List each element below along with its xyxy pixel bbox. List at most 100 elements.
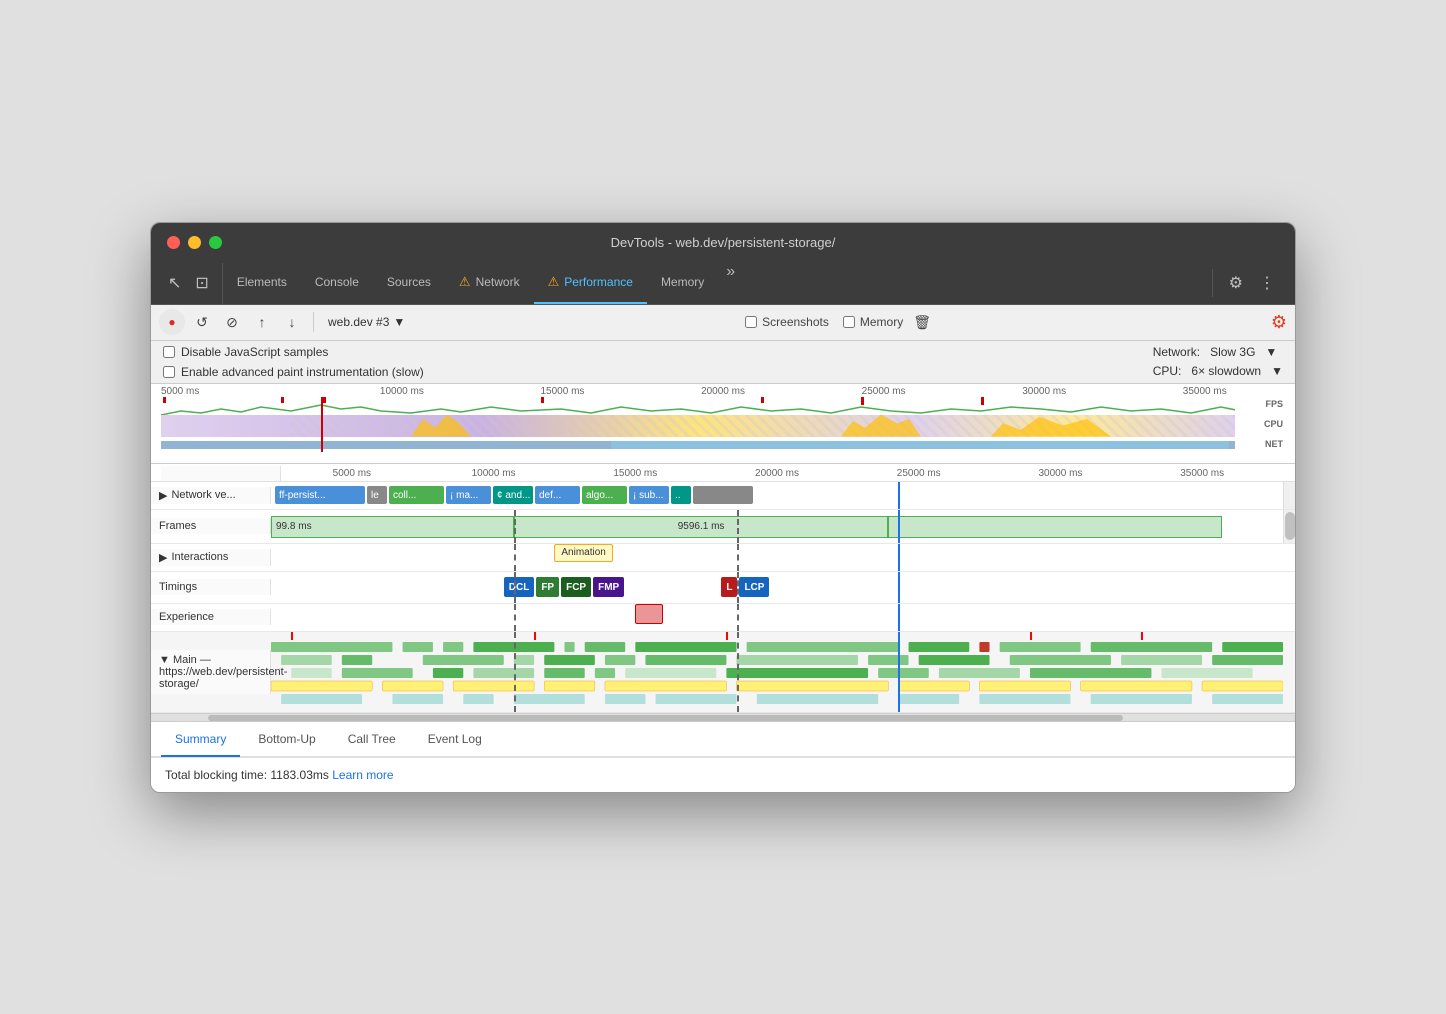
interactions-row-label[interactable]: ▶ Interactions xyxy=(151,549,271,566)
record-button[interactable]: ● xyxy=(159,309,185,335)
settings-row: Disable JavaScript samples Enable advanc… xyxy=(151,341,1295,384)
more-options-icon[interactable]: ⋮ xyxy=(1253,269,1281,297)
titlebar: DevTools - web.dev/persistent-storage/ xyxy=(151,223,1295,263)
settings-icon[interactable]: ⚙ xyxy=(1223,269,1249,297)
reload-button[interactable]: ↺ xyxy=(189,309,215,335)
interactions-row-content: Animation xyxy=(271,544,1283,571)
frame-block-2: 9596.1 ms xyxy=(514,516,888,538)
screenshots-checkbox-input[interactable] xyxy=(745,316,757,328)
network-label-text: Network ve... xyxy=(171,489,235,501)
tab-event-log[interactable]: Event Log xyxy=(414,723,496,757)
frame-value-2: 9596.1 ms xyxy=(678,521,725,532)
timing-lcp: LCP xyxy=(739,577,769,597)
tick-30000: 30000 ms xyxy=(964,386,1125,397)
network-expand-icon: ▶ xyxy=(159,489,167,502)
net-label: NET xyxy=(1265,439,1283,449)
timeline-ruler-main: 5000 ms 10000 ms 15000 ms 20000 ms 25000… xyxy=(151,464,1295,482)
event-log-tab-label: Event Log xyxy=(428,732,482,746)
memory-label: Memory xyxy=(860,315,903,329)
tab-sources[interactable]: Sources xyxy=(373,263,445,304)
clear-button[interactable]: 🗑 xyxy=(907,312,937,333)
main-red-5 xyxy=(1030,632,1032,640)
capture-settings-icon[interactable]: ⚙ xyxy=(1271,312,1287,333)
network-throttle-dropdown[interactable]: ▼ xyxy=(1265,345,1277,359)
more-tabs-icon[interactable]: » xyxy=(718,263,743,304)
timing-fcp: FCP xyxy=(561,577,591,597)
main-red-3 xyxy=(726,632,728,640)
network-row-label[interactable]: ▶ Network ve... xyxy=(151,487,271,504)
minimize-button[interactable] xyxy=(188,236,201,249)
paint-checkbox[interactable] xyxy=(163,366,175,378)
main-cursor-blue-timings xyxy=(898,572,900,603)
settings-checkboxes: Disable JavaScript samples Enable advanc… xyxy=(163,345,424,379)
download-button[interactable]: ↓ xyxy=(279,309,305,335)
enable-paint-check[interactable]: Enable advanced paint instrumentation (s… xyxy=(163,365,424,379)
timeline-overview[interactable]: 5000 ms 10000 ms 15000 ms 20000 ms 25000… xyxy=(151,384,1295,464)
main-timeline: 5000 ms 10000 ms 15000 ms 20000 ms 25000… xyxy=(151,464,1295,722)
tick-5000: 5000 ms xyxy=(161,386,322,397)
dashed-line-exp-2 xyxy=(737,604,739,631)
timings-group: DCL FP FCP FMP xyxy=(504,577,624,597)
timing-fp: FP xyxy=(536,577,559,597)
learn-more-link[interactable]: Learn more xyxy=(332,768,393,782)
disable-js-checkbox[interactable] xyxy=(163,346,175,358)
call-tree-tab-label: Call Tree xyxy=(348,732,396,746)
net-chip-coll: coll... xyxy=(389,486,444,504)
dashed-line-main-2 xyxy=(737,632,739,712)
cpu-throttle-dropdown[interactable]: ▼ xyxy=(1271,364,1283,378)
interactions-timeline-row: ▶ Interactions Animation xyxy=(151,544,1295,572)
main-cursor-blue-experience xyxy=(898,604,900,631)
close-button[interactable] xyxy=(167,236,180,249)
timings-timeline-row: Timings DCL FP FCP FMP xyxy=(151,572,1295,604)
tab-memory[interactable]: Memory xyxy=(647,263,718,304)
tick-10000: 10000 ms xyxy=(322,386,483,397)
timeline-ruler-overview: 5000 ms 10000 ms 15000 ms 20000 ms 25000… xyxy=(151,384,1295,397)
dashed-line-interactions-2 xyxy=(737,544,739,571)
frames-row-content: 99.8 ms 9596.1 ms xyxy=(271,510,1283,543)
tab-elements-label: Elements xyxy=(237,275,287,289)
net-chip-algo: algo... xyxy=(582,486,627,504)
net-chip-empty xyxy=(693,486,753,504)
cls-chip xyxy=(635,604,663,624)
tab-call-tree[interactable]: Call Tree xyxy=(334,723,410,757)
tick-25000: 25000 ms xyxy=(803,386,964,397)
disable-js-samples-check[interactable]: Disable JavaScript samples xyxy=(163,345,424,359)
tick-20000: 20000 ms xyxy=(643,386,804,397)
tab-network[interactable]: ⚠ Network xyxy=(445,263,534,304)
device-icon[interactable]: ⊡ xyxy=(190,269,213,297)
dashed-line-timings-2 xyxy=(737,572,739,603)
profile-selector[interactable]: web.dev #3 ▼ xyxy=(322,313,411,331)
experience-label-text: Experience xyxy=(159,611,214,623)
inspect-icon[interactable]: ↖ xyxy=(163,269,186,297)
toolbar-separator-1 xyxy=(313,312,314,332)
scrollbar-thumb-right[interactable] xyxy=(1285,512,1295,540)
maximize-button[interactable] xyxy=(209,236,222,249)
tab-console[interactable]: Console xyxy=(301,263,373,304)
stop-button[interactable]: ⊘ xyxy=(219,309,245,335)
frames-timeline-row: Frames 99.8 ms 9596.1 ms xyxy=(151,510,1295,544)
net-chip-ma: ¡ ma... xyxy=(446,486,491,504)
timeline-scrollbar-thumb[interactable] xyxy=(208,715,1123,721)
upload-button[interactable]: ↑ xyxy=(249,309,275,335)
network-row-content: ff-persist... le coll... ¡ ma... ¢ and..… xyxy=(271,482,1283,509)
tick2-25000: 25000 ms xyxy=(848,468,990,479)
tab-summary[interactable]: Summary xyxy=(161,723,240,757)
tabbar-left-icons: ↖ ⊡ xyxy=(155,263,223,304)
network-throttle-value: Slow 3G xyxy=(1210,345,1255,359)
tab-performance[interactable]: ⚠ Performance xyxy=(534,263,647,304)
tick2-30000: 30000 ms xyxy=(990,468,1132,479)
frame-value-1: 99.8 ms xyxy=(276,521,312,532)
memory-checkbox-input[interactable] xyxy=(843,316,855,328)
memory-checkbox[interactable]: Memory xyxy=(843,315,903,329)
tab-elements[interactable]: Elements xyxy=(223,263,301,304)
network-throttle-label: Network: xyxy=(1153,345,1200,359)
tab-bottom-up[interactable]: Bottom-Up xyxy=(244,723,329,757)
tick-35000: 35000 ms xyxy=(1124,386,1285,397)
profile-name: web.dev #3 xyxy=(328,315,389,329)
timing-l: L xyxy=(721,577,737,597)
timeline-scrollbar-h[interactable] xyxy=(151,713,1295,721)
net-chip-le: le xyxy=(367,486,387,504)
net-chip-sub: ¡ sub... xyxy=(629,486,669,504)
dashed-line-main-1 xyxy=(514,632,516,712)
screenshots-checkbox[interactable]: Screenshots xyxy=(745,315,829,329)
